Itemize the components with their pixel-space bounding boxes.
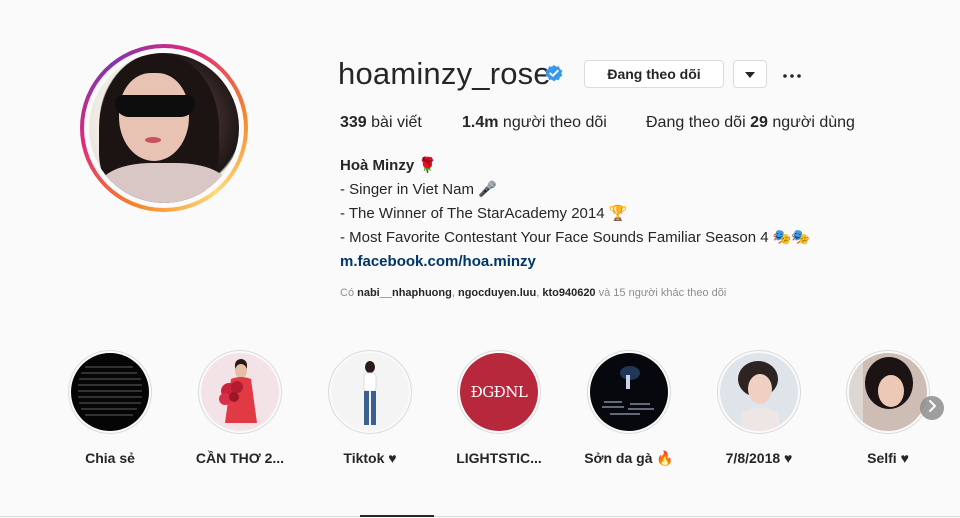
more-options-button[interactable] bbox=[780, 62, 804, 86]
avatar-image bbox=[89, 53, 239, 203]
highlight-label: LIGHTSTIC... bbox=[456, 450, 542, 466]
bio-line: - Most Favorite Contestant Your Face Sou… bbox=[340, 229, 811, 246]
highlights-next-button[interactable] bbox=[920, 396, 944, 420]
followed-by-prefix: Có bbox=[340, 287, 355, 299]
following-stat[interactable]: Đang theo dõi 29 người dùng bbox=[646, 114, 855, 132]
avatar-sunglasses bbox=[115, 95, 195, 117]
tabs-divider bbox=[0, 516, 960, 517]
bio-website-link[interactable]: m.facebook.com/hoa.minzy bbox=[340, 250, 810, 274]
separator: , bbox=[536, 287, 540, 299]
highlight-ring bbox=[846, 350, 930, 434]
highlight-label: Sởn da gà 🔥 bbox=[584, 450, 674, 466]
followers-label: người theo dõi bbox=[502, 114, 607, 131]
highlight-item[interactable]: Chia sẻ bbox=[50, 350, 170, 466]
highlight-cover bbox=[331, 353, 409, 431]
highlight-item[interactable]: ĐGĐNL LIGHTSTIC... bbox=[439, 350, 559, 466]
highlight-ring bbox=[717, 350, 801, 434]
highlight-label: CẦN THƠ 2... bbox=[195, 450, 285, 466]
following-button[interactable]: Đang theo dõi bbox=[584, 60, 724, 88]
bio-line: - Singer in Viet Nam 🎤 bbox=[340, 181, 497, 198]
separator: , bbox=[451, 287, 455, 299]
profile-avatar[interactable] bbox=[80, 44, 248, 212]
highlight-ring bbox=[587, 350, 671, 434]
avatar-face bbox=[119, 73, 189, 161]
posts-stat: 339 bài viết bbox=[340, 114, 422, 132]
highlight-item[interactable]: CẦN THƠ 2... bbox=[180, 350, 300, 466]
suggested-dropdown-button[interactable] bbox=[733, 60, 767, 88]
bio-full-name: Hoà Minzy 🌹 bbox=[340, 157, 438, 174]
followers-stat[interactable]: 1.4m người theo dõi bbox=[462, 114, 607, 132]
avatar-inner bbox=[84, 48, 244, 208]
followed-by-text: Có nabi__nhaphuong, ngocduyen.luu, kto94… bbox=[340, 287, 726, 299]
highlight-item[interactable]: Tiktok ♥ bbox=[310, 350, 430, 466]
following-prefix: Đang theo dõi bbox=[646, 114, 746, 131]
highlight-item[interactable]: 7/8/2018 ♥ bbox=[699, 350, 819, 466]
avatar-body bbox=[99, 163, 229, 203]
story-highlights: Chia sẻ CẦN THƠ 2... Tiktok ♥ ĐGĐNL LIGH… bbox=[50, 350, 960, 470]
bio-line: - The Winner of The StarAcademy 2014 🏆 bbox=[340, 205, 628, 222]
mutual-follower-link[interactable]: kto940620 bbox=[542, 287, 595, 299]
highlight-cover bbox=[590, 353, 668, 431]
more-options-icon bbox=[783, 65, 801, 83]
mutual-follower-link[interactable]: ngocduyen.luu bbox=[458, 287, 536, 299]
highlight-label: Chia sẻ bbox=[85, 450, 135, 466]
highlight-ring bbox=[328, 350, 412, 434]
verified-badge-icon bbox=[544, 64, 564, 84]
highlight-item[interactable]: Sởn da gà 🔥 bbox=[569, 350, 689, 467]
active-tab-indicator bbox=[360, 515, 434, 517]
followed-by-suffix[interactable]: và 15 người khác theo dõi bbox=[599, 287, 727, 299]
following-count: 29 bbox=[750, 114, 768, 131]
profile-username: hoaminzy_rose bbox=[338, 56, 551, 91]
following-suffix: người dùng bbox=[772, 114, 855, 131]
highlight-cover: ĐGĐNL bbox=[460, 353, 538, 431]
highlight-cover bbox=[849, 353, 927, 431]
avatar-lips bbox=[145, 137, 161, 143]
caret-down-icon bbox=[745, 65, 755, 83]
highlight-ring bbox=[198, 350, 282, 434]
highlight-cover bbox=[71, 353, 149, 431]
posts-label: bài viết bbox=[371, 114, 422, 131]
highlight-cover bbox=[720, 353, 798, 431]
highlight-cover-text: ĐGĐNL bbox=[470, 383, 528, 401]
followers-count: 1.4m bbox=[462, 114, 499, 131]
profile-page: hoaminzy_rose Đang theo dõi 339 bài viết… bbox=[0, 0, 960, 518]
highlight-ring bbox=[68, 350, 152, 434]
posts-count: 339 bbox=[340, 114, 367, 131]
highlight-cover bbox=[201, 353, 279, 431]
highlight-label: Selfi ♥ bbox=[867, 450, 909, 466]
chevron-right-icon bbox=[927, 399, 937, 417]
highlight-label: 7/8/2018 ♥ bbox=[725, 450, 793, 466]
highlight-ring: ĐGĐNL bbox=[457, 350, 541, 434]
highlight-label: Tiktok ♥ bbox=[343, 450, 397, 466]
profile-bio: Hoà Minzy 🌹 - Singer in Viet Nam 🎤 - The… bbox=[340, 154, 810, 274]
mutual-follower-link[interactable]: nabi__nhaphuong bbox=[357, 287, 452, 299]
